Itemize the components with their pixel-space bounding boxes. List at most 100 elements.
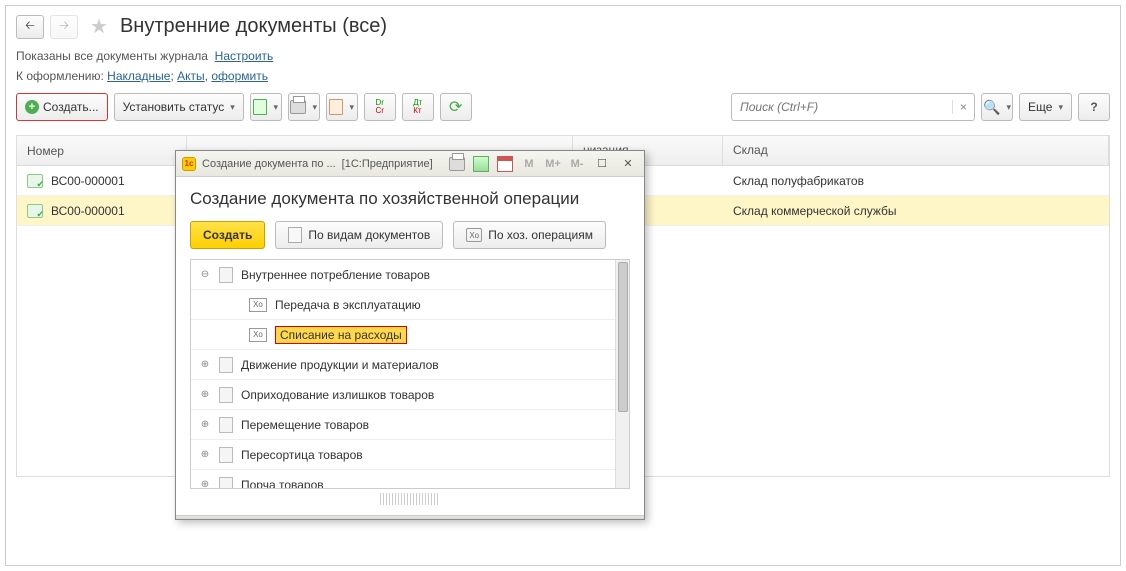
tree-spacer bbox=[229, 329, 241, 341]
report-icon bbox=[329, 99, 343, 115]
tree-item[interactable]: ⊕Оприходование излишков товаров bbox=[191, 380, 615, 410]
copy-button[interactable]: ▾ bbox=[250, 93, 282, 121]
onec-logo-icon: 1c bbox=[182, 157, 196, 171]
create-link[interactable]: оформить bbox=[211, 69, 268, 83]
help-button[interactable]: ? bbox=[1078, 93, 1110, 121]
tree-item-label: Порча товаров bbox=[241, 478, 324, 489]
expand-icon[interactable]: ⊕ bbox=[199, 419, 211, 431]
document-icon bbox=[219, 267, 233, 283]
tree-scrollbar-thumb[interactable] bbox=[618, 262, 628, 412]
chevron-down-icon: ▾ bbox=[230, 102, 235, 113]
tree-item-label: Списание на расходы bbox=[275, 326, 407, 344]
waybills-link[interactable]: Накладные bbox=[107, 69, 170, 83]
titlebar-mminus-icon[interactable]: M- bbox=[568, 155, 586, 173]
by-documents-button[interactable]: По видам документов bbox=[275, 221, 443, 249]
report-button[interactable]: ▾ bbox=[326, 93, 358, 121]
dialog-window-subtitle: [1С:Предприятие] bbox=[342, 158, 433, 170]
dialog-titlebar[interactable]: 1c Создание документа по ... [1С:Предпри… bbox=[176, 151, 644, 177]
create-document-dialog: 1c Создание документа по ... [1С:Предпри… bbox=[175, 150, 645, 520]
search-box[interactable]: × bbox=[731, 93, 975, 121]
titlebar-m-icon[interactable]: M bbox=[520, 155, 538, 173]
operation-tree: ⊖ Внутреннее потребление товаров Хо Передач… bbox=[190, 259, 630, 489]
print-icon bbox=[290, 100, 306, 114]
create-button-label: Создать... bbox=[43, 100, 99, 114]
favorite-star-icon[interactable]: ★ bbox=[90, 14, 108, 39]
by-operations-button[interactable]: Хо По хоз. операциям bbox=[453, 221, 606, 249]
window-maximize-button[interactable]: ☐ bbox=[592, 155, 612, 173]
document-icon bbox=[219, 447, 233, 463]
col-warehouse[interactable]: Склад bbox=[723, 136, 1109, 165]
set-status-button[interactable]: Установить статус ▾ bbox=[114, 93, 244, 121]
dialog-create-button[interactable]: Создать bbox=[190, 221, 265, 249]
cell-number: ВС00-000001 bbox=[51, 174, 125, 188]
page-title: Внутренние документы (все) bbox=[120, 15, 387, 38]
expand-icon[interactable]: ⊕ bbox=[199, 479, 211, 489]
document-icon bbox=[219, 417, 233, 433]
document-icon bbox=[219, 357, 233, 373]
tree-item[interactable]: Хо Передача в эксплуатацию bbox=[191, 290, 615, 320]
acts-link[interactable]: Акты bbox=[177, 69, 205, 83]
expand-icon[interactable]: ⊕ bbox=[199, 359, 211, 371]
tree-item[interactable]: ⊕ Порча товаров bbox=[191, 470, 615, 488]
dialog-heading: Создание документа по хозяйственной опер… bbox=[190, 189, 630, 209]
copy-icon bbox=[253, 99, 267, 115]
more-button[interactable]: Еще▾ bbox=[1019, 93, 1072, 121]
window-close-button[interactable]: ✕ bbox=[618, 155, 638, 173]
set-status-label: Установить статус bbox=[123, 100, 225, 114]
tree-item-label: Пересортица товаров bbox=[241, 448, 363, 462]
xo-icon: Хо bbox=[466, 228, 482, 242]
expand-icon[interactable]: ⊕ bbox=[199, 389, 211, 401]
tree-item-label: Движение продукции и материалов bbox=[241, 358, 439, 372]
refresh-icon: ⟳ bbox=[449, 97, 462, 117]
titlebar-grid-icon[interactable] bbox=[472, 155, 490, 173]
dialog-resize-handle[interactable] bbox=[380, 493, 440, 505]
tree-item-label: Перемещение товаров bbox=[241, 418, 369, 432]
cell-wh: Склад полуфабрикатов bbox=[723, 174, 1109, 188]
configure-link[interactable]: Настроить bbox=[215, 49, 274, 63]
dialog-create-label: Создать bbox=[203, 228, 252, 242]
tree-item[interactable]: Хо Списание на расходы bbox=[191, 320, 615, 350]
document-icon bbox=[219, 387, 233, 403]
tree-item-label: Внутреннее потребление товаров bbox=[241, 268, 430, 282]
by-documents-label: По видам документов bbox=[308, 228, 430, 242]
create-button[interactable]: + Создать... bbox=[16, 93, 108, 121]
tree-item[interactable]: ⊕ Движение продукции и материалов bbox=[191, 350, 615, 380]
titlebar-mplus-icon[interactable]: M+ bbox=[544, 155, 562, 173]
tree-item[interactable]: ⊕ Пересортица товаров bbox=[191, 440, 615, 470]
document-icon bbox=[219, 477, 233, 489]
dr-kt-button-1[interactable]: DrCr bbox=[364, 93, 396, 121]
document-icon bbox=[27, 204, 43, 218]
search-input[interactable] bbox=[732, 100, 952, 114]
document-icon bbox=[27, 174, 43, 188]
help-icon: ? bbox=[1090, 100, 1097, 114]
dr-kt-button-2[interactable]: ДтКт bbox=[402, 93, 434, 121]
dialog-window-title: Создание документа по ... bbox=[202, 158, 336, 170]
refresh-button[interactable]: ⟳ bbox=[440, 93, 472, 121]
by-operations-label: По хоз. операциям bbox=[488, 228, 593, 242]
doc-list-icon bbox=[288, 227, 302, 243]
plus-icon: + bbox=[25, 100, 39, 114]
journal-shown-text: Показаны все документы журнала bbox=[16, 49, 208, 63]
search-button[interactable]: 🔍▾ bbox=[981, 93, 1013, 121]
tree-item[interactable]: ⊕ Перемещение товаров bbox=[191, 410, 615, 440]
tree-item[interactable]: ⊖ Внутреннее потребление товаров bbox=[191, 260, 615, 290]
tree-item-label: Передача в эксплуатацию bbox=[275, 298, 421, 312]
cell-number: ВС00-000001 bbox=[51, 204, 125, 218]
operation-icon: Хо bbox=[249, 298, 267, 312]
tree-spacer bbox=[229, 299, 241, 311]
print-button[interactable]: ▾ bbox=[288, 93, 320, 121]
cell-wh: Склад коммерческой службы bbox=[723, 204, 1109, 218]
search-icon: 🔍 bbox=[983, 99, 1000, 116]
nav-back-button[interactable]: 🡠 bbox=[16, 15, 44, 39]
collapse-icon[interactable]: ⊖ bbox=[199, 269, 211, 281]
expand-icon[interactable]: ⊕ bbox=[199, 449, 211, 461]
search-clear-button[interactable]: × bbox=[952, 100, 974, 114]
nav-forward-button[interactable]: 🡢 bbox=[50, 15, 78, 39]
to-process-label: К оформлению: bbox=[16, 69, 104, 83]
drkt-icon: DrCr bbox=[376, 99, 384, 115]
titlebar-calendar-icon[interactable] bbox=[496, 155, 514, 173]
tree-scrollbar[interactable] bbox=[615, 260, 629, 488]
col-number[interactable]: Номер bbox=[17, 136, 187, 165]
titlebar-print-icon[interactable] bbox=[448, 155, 466, 173]
operation-icon: Хо bbox=[249, 328, 267, 342]
